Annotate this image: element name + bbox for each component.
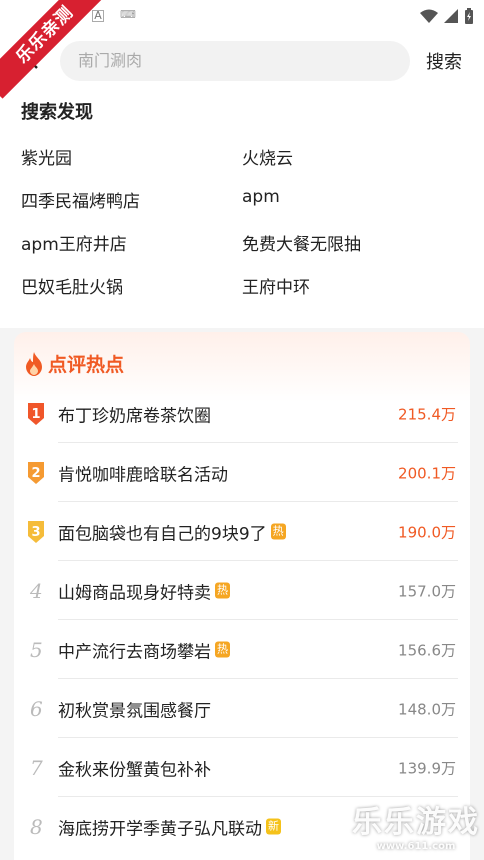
- discover-item[interactable]: 巴奴毛肚火锅: [21, 273, 123, 298]
- discover-item[interactable]: 四季民福烤鸭店: [21, 187, 140, 212]
- hot-item-label: 金秋来份蟹黄包补补: [58, 755, 211, 780]
- wifi-icon: [420, 9, 438, 23]
- hot-item-text: 面包脑袋也有自己的9块9了: [58, 524, 267, 544]
- hot-title: 点评热点: [48, 354, 125, 376]
- watermark-logo: 乐乐游戏 www.611.com: [352, 797, 480, 852]
- a-notification-icon: A: [92, 10, 104, 22]
- watermark-text: 乐乐游戏: [352, 805, 480, 840]
- svg-text:1: 1: [31, 407, 40, 422]
- discover-item[interactable]: apm王府井店: [21, 230, 127, 255]
- rank-1-badge-icon: 1: [28, 402, 44, 425]
- hot-item-label: 面包脑袋也有自己的9块9了热: [58, 519, 286, 544]
- hot-item-count: 156.6万: [398, 641, 456, 659]
- hot-item-text: 中产流行去商场攀岩: [58, 642, 211, 662]
- hot-tag-badge: 热: [270, 523, 286, 540]
- hot-item-label: 中产流行去商场攀岩热: [58, 637, 230, 662]
- hot-item-text: 初秋赏景氛围感餐厅: [58, 701, 211, 721]
- discover-item[interactable]: 免费大餐无限抽: [242, 230, 361, 255]
- hot-item-count: 139.9万: [398, 759, 456, 777]
- hot-item-text: 布丁珍奶席卷茶饮圈: [58, 406, 211, 426]
- hot-item-row[interactable]: 1 布丁珍奶席卷茶饮圈 215.4万: [14, 384, 470, 443]
- hot-item-text: 山姆商品现身好特卖: [58, 583, 211, 603]
- rank-number: 7: [30, 755, 43, 780]
- hot-title-row: 点评热点: [24, 350, 124, 377]
- rank-number: 8: [30, 814, 43, 839]
- watermark-url: www.611.com: [376, 841, 456, 852]
- hot-item-text: 肯悦咖啡鹿晗联名活动: [58, 465, 228, 485]
- search-discover-section: 搜索发现 紫光园 火烧云 四季民福烤鸭店 apm apm王府井店 免费大餐无限抽…: [0, 88, 484, 328]
- rank-number: 5: [30, 637, 43, 662]
- rank-2-badge-icon: 2: [28, 461, 44, 484]
- search-input[interactable]: 南门涮肉: [60, 41, 410, 81]
- discover-item[interactable]: 紫光园: [21, 144, 72, 169]
- keyboard-icon: ⌨: [120, 8, 136, 21]
- hot-item-label: 肯悦咖啡鹿晗联名活动: [58, 460, 228, 485]
- hot-item-count: 215.4万: [398, 405, 456, 423]
- hot-item-label: 初秋赏景氛围感餐厅: [58, 696, 211, 721]
- hot-item-row[interactable]: 3 面包脑袋也有自己的9块9了热 190.0万: [14, 502, 470, 561]
- search-button[interactable]: 搜索: [426, 48, 462, 74]
- discover-item[interactable]: apm: [242, 187, 280, 207]
- svg-text:2: 2: [31, 466, 40, 481]
- rank-number: 6: [30, 696, 43, 721]
- hot-item-label: 山姆商品现身好特卖热: [58, 578, 230, 603]
- status-icons: [420, 8, 474, 24]
- hot-item-count: 200.1万: [398, 464, 456, 482]
- rank-3-badge-icon: 3: [28, 520, 44, 543]
- hot-item-row[interactable]: 6 初秋赏景氛围感餐厅 148.0万: [14, 679, 470, 738]
- hot-item-count: 157.0万: [398, 582, 456, 600]
- hot-item-row[interactable]: 4 山姆商品现身好特卖热 157.0万: [14, 561, 470, 620]
- hot-item-count: 148.0万: [398, 700, 456, 718]
- hot-item-row[interactable]: 7 金秋来份蟹黄包补补 139.9万: [14, 738, 470, 797]
- discover-item[interactable]: 王府中环: [242, 273, 310, 298]
- hot-item-text: 金秋来份蟹黄包补补: [58, 760, 211, 780]
- hot-item-row[interactable]: 2 肯悦咖啡鹿晗联名活动 200.1万: [14, 443, 470, 502]
- hot-item-count: 190.0万: [398, 523, 456, 541]
- flame-icon: [26, 351, 42, 376]
- svg-text:3: 3: [31, 525, 40, 540]
- hot-item-label: 海底捞开学季黄子弘凡联动新: [58, 814, 281, 839]
- battery-icon: [465, 8, 473, 24]
- discover-title: 搜索发现: [21, 102, 93, 123]
- hot-tag-badge: 新: [266, 818, 281, 835]
- discover-item[interactable]: 火烧云: [242, 144, 293, 169]
- hot-tag-badge: 热: [215, 582, 230, 599]
- search-bar: 南门涮肉 搜索: [0, 34, 484, 88]
- rank-number: 4: [30, 578, 43, 603]
- hot-tag-badge: 热: [215, 641, 230, 658]
- signal-icon: [444, 9, 458, 23]
- hot-item-text: 海底捞开学季黄子弘凡联动: [58, 819, 262, 839]
- hot-list-panel: 点评热点 1 布丁珍奶席卷茶饮圈 215.4万 2 肯悦咖啡鹿晗联名活动 200…: [14, 332, 470, 860]
- hot-item-row[interactable]: 5 中产流行去商场攀岩热 156.6万: [14, 620, 470, 679]
- hot-item-label: 布丁珍奶席卷茶饮圈: [58, 401, 211, 426]
